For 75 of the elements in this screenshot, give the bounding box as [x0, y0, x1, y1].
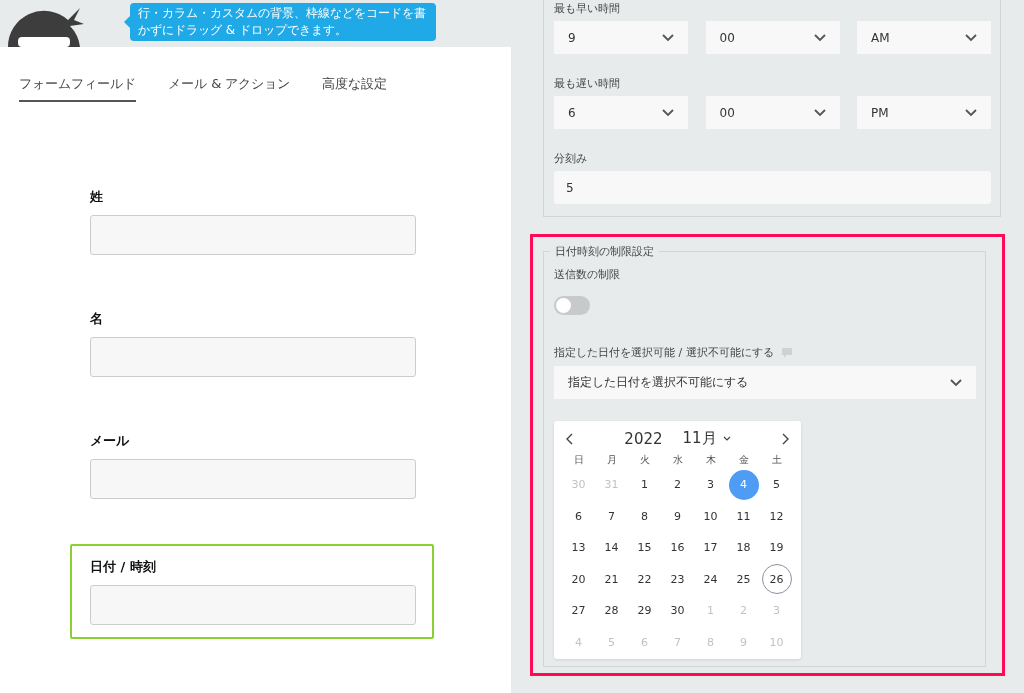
chevron-down-icon [662, 108, 674, 117]
chevron-down-icon [662, 33, 674, 42]
calendar-day[interactable]: 28 [596, 595, 627, 626]
calendar-day[interactable]: 29 [629, 595, 660, 626]
calendar-day[interactable]: 6 [563, 501, 594, 532]
calendar-day[interactable]: 7 [596, 501, 627, 532]
calendar-day[interactable]: 24 [695, 564, 726, 595]
chevron-down-icon [965, 108, 977, 117]
calendar-day[interactable]: 13 [563, 532, 594, 563]
tab[interactable]: フォームフィールド [19, 73, 136, 102]
input-field[interactable] [90, 215, 416, 255]
input-field[interactable] [90, 585, 416, 625]
chevron-down-icon [722, 436, 731, 441]
calendar-day[interactable]: 18 [728, 532, 759, 563]
month-dropdown[interactable]: 11月 [682, 429, 717, 448]
calendar-day[interactable]: 20 [563, 564, 594, 595]
weekday-label: 土 [770, 453, 783, 467]
weekday-label: 水 [671, 453, 684, 467]
dropdown[interactable]: 9 [554, 21, 688, 54]
field-label: 最も遅い時間 [554, 76, 621, 92]
tab[interactable]: 高度な設定 [322, 73, 388, 102]
calendar-day[interactable]: 11 [728, 501, 759, 532]
chevron-down-icon [950, 378, 962, 387]
comment-icon [781, 347, 792, 358]
calendar-day[interactable]: 15 [629, 532, 660, 563]
chevron-down-icon [813, 108, 826, 117]
calendar-day[interactable]: 12 [761, 501, 792, 532]
calendar-day[interactable]: 17 [695, 532, 726, 563]
field-label: 姓 [90, 188, 104, 206]
weekday-label: 金 [737, 453, 750, 467]
calendar-day[interactable]: 2 [662, 469, 693, 500]
calendar-day[interactable]: 9 [662, 501, 693, 532]
tooltip: 行・カラム・カスタムの背景、枠線などをコードを書かずにドラッグ & ドロップできます。 [130, 3, 436, 41]
field-label: 日付 / 時刻 [90, 558, 157, 576]
calendar-day[interactable]: 14 [596, 532, 627, 563]
dropdown[interactable]: 00 [705, 96, 840, 129]
chevron-down-icon [965, 33, 977, 42]
toggle-switch[interactable] [554, 296, 590, 315]
calendar-day[interactable]: 27 [563, 595, 594, 626]
calendar-day[interactable]: 10 [695, 501, 726, 532]
field-label: 名 [90, 310, 104, 328]
calendar-day[interactable]: 8 [629, 501, 660, 532]
field-label: 送信数の制限 [554, 267, 621, 283]
calendar-day[interactable]: 1 [629, 469, 660, 500]
chevron-down-icon [813, 33, 826, 42]
field-label: メール [90, 432, 130, 450]
dropdown[interactable]: PM [857, 96, 991, 129]
dropdown[interactable]: 6 [554, 96, 688, 129]
weekday-label: 木 [704, 453, 717, 467]
dropdown[interactable]: 00 [705, 21, 840, 54]
dropdown[interactable]: 指定した日付を選択不可能にする [554, 366, 976, 399]
tab[interactable]: メール & アクション [168, 73, 291, 102]
input-field[interactable] [90, 459, 416, 499]
input-field[interactable] [90, 337, 416, 377]
weekday-label: 月 [605, 453, 618, 467]
calendar-day[interactable]: 16 [662, 532, 693, 563]
field-label: 指定した日付を選択可能 / 選択不可能にする [554, 345, 774, 360]
calendar-day[interactable]: 23 [662, 564, 693, 595]
field-label: 最も早い時間 [554, 1, 621, 17]
weekday-label: 日 [572, 453, 585, 467]
next-icon[interactable] [781, 432, 789, 445]
year-label[interactable]: 2022 [624, 429, 663, 448]
calendar-day[interactable]: 3 [695, 469, 726, 500]
weekday-label: 火 [638, 453, 651, 467]
calendar-day[interactable]: 21 [596, 564, 627, 595]
calendar-day[interactable]: 25 [728, 564, 759, 595]
dropdown[interactable]: AM [857, 21, 991, 54]
calendar-day[interactable]: 5 [761, 469, 792, 500]
input-field[interactable]: 5 [554, 171, 991, 204]
calendar-day[interactable]: 19 [761, 532, 792, 563]
field-label: 分刻み [554, 151, 588, 167]
section-legend: 日付時刻の制限設定 [550, 244, 659, 259]
calendar-day[interactable]: 30 [662, 595, 693, 626]
calendar-day[interactable]: 22 [629, 564, 660, 595]
previous-icon[interactable] [566, 432, 574, 445]
